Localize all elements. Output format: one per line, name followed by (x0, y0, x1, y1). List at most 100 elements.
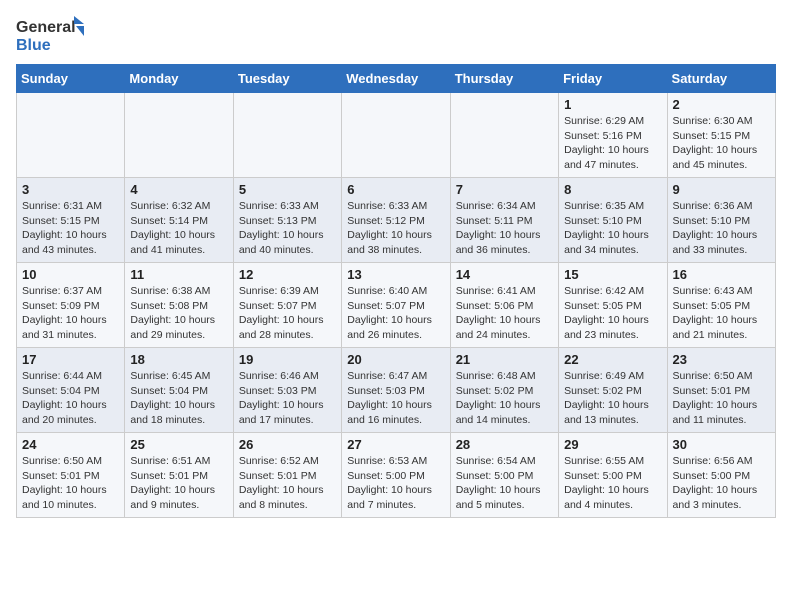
calendar-table: SundayMondayTuesdayWednesdayThursdayFrid… (16, 64, 776, 518)
header: GeneralBlue (16, 16, 776, 54)
calendar-cell: 8 Sunrise: 6:35 AM Sunset: 5:10 PM Daylig… (559, 178, 667, 263)
calendar-cell: 17 Sunrise: 6:44 AM Sunset: 5:04 PM Dayli… (17, 348, 125, 433)
day-number: 1 (564, 97, 661, 112)
day-number: 2 (673, 97, 770, 112)
calendar-cell: 30Sunrise: 6:56 AM Sunset: 5:00 PM Dayli… (667, 433, 775, 518)
day-number: 7 (456, 182, 553, 197)
day-number: 26 (239, 437, 336, 452)
calendar-cell (450, 93, 558, 178)
day-number: 12 (239, 267, 336, 282)
calendar-cell (125, 93, 233, 178)
calendar-week-row: 10 Sunrise: 6:37 AM Sunset: 5:09 PM Dayli… (17, 263, 776, 348)
calendar-cell: 14Sunrise: 6:41 AM Sunset: 5:06 PM Dayli… (450, 263, 558, 348)
day-info: Sunrise: 6:33 AM Sunset: 5:13 PM Dayligh… (239, 199, 336, 258)
day-info: Sunrise: 6:54 AM Sunset: 5:00 PM Dayligh… (456, 454, 553, 513)
calendar-cell: 13Sunrise: 6:40 AM Sunset: 5:07 PM Dayli… (342, 263, 450, 348)
calendar-cell: 19Sunrise: 6:46 AM Sunset: 5:03 PM Dayli… (233, 348, 341, 433)
calendar-cell: 7 Sunrise: 6:34 AM Sunset: 5:11 PM Daylig… (450, 178, 558, 263)
day-number: 8 (564, 182, 661, 197)
calendar-body: 1 Sunrise: 6:29 AM Sunset: 5:16 PM Daylig… (17, 93, 776, 518)
calendar-cell: 21 Sunrise: 6:48 AM Sunset: 5:02 PM Dayli… (450, 348, 558, 433)
calendar-cell (17, 93, 125, 178)
weekday-header: Saturday (667, 65, 775, 93)
day-number: 18 (130, 352, 227, 367)
day-number: 25 (130, 437, 227, 452)
svg-text:Blue: Blue (16, 37, 51, 54)
calendar-header: SundayMondayTuesdayWednesdayThursdayFrid… (17, 65, 776, 93)
calendar-cell (342, 93, 450, 178)
day-number: 27 (347, 437, 444, 452)
day-info: Sunrise: 6:49 AM Sunset: 5:02 PM Dayligh… (564, 369, 661, 428)
calendar-cell: 3 Sunrise: 6:31 AM Sunset: 5:15 PM Daylig… (17, 178, 125, 263)
day-number: 9 (673, 182, 770, 197)
calendar-cell: 12 Sunrise: 6:39 AM Sunset: 5:07 PM Dayli… (233, 263, 341, 348)
day-number: 5 (239, 182, 336, 197)
day-number: 14 (456, 267, 553, 282)
day-info: Sunrise: 6:56 AM Sunset: 5:00 PM Dayligh… (673, 454, 770, 513)
logo: GeneralBlue (16, 16, 91, 54)
calendar-cell: 4Sunrise: 6:32 AM Sunset: 5:14 PM Daylig… (125, 178, 233, 263)
calendar-cell: 6Sunrise: 6:33 AM Sunset: 5:12 PM Daylig… (342, 178, 450, 263)
day-info: Sunrise: 6:36 AM Sunset: 5:10 PM Dayligh… (673, 199, 770, 258)
calendar-cell: 20 Sunrise: 6:47 AM Sunset: 5:03 PM Dayli… (342, 348, 450, 433)
day-info: Sunrise: 6:29 AM Sunset: 5:16 PM Dayligh… (564, 114, 661, 173)
day-number: 20 (347, 352, 444, 367)
calendar-cell (233, 93, 341, 178)
calendar-week-row: 1 Sunrise: 6:29 AM Sunset: 5:16 PM Daylig… (17, 93, 776, 178)
weekday-header: Wednesday (342, 65, 450, 93)
calendar-cell: 5 Sunrise: 6:33 AM Sunset: 5:13 PM Daylig… (233, 178, 341, 263)
day-number: 15 (564, 267, 661, 282)
day-info: Sunrise: 6:47 AM Sunset: 5:03 PM Dayligh… (347, 369, 444, 428)
day-info: Sunrise: 6:48 AM Sunset: 5:02 PM Dayligh… (456, 369, 553, 428)
weekday-header: Tuesday (233, 65, 341, 93)
day-number: 23 (673, 352, 770, 367)
day-info: Sunrise: 6:50 AM Sunset: 5:01 PM Dayligh… (673, 369, 770, 428)
day-info: Sunrise: 6:39 AM Sunset: 5:07 PM Dayligh… (239, 284, 336, 343)
calendar-cell: 11Sunrise: 6:38 AM Sunset: 5:08 PM Dayli… (125, 263, 233, 348)
day-info: Sunrise: 6:55 AM Sunset: 5:00 PM Dayligh… (564, 454, 661, 513)
calendar-week-row: 17 Sunrise: 6:44 AM Sunset: 5:04 PM Dayli… (17, 348, 776, 433)
calendar-cell: 9 Sunrise: 6:36 AM Sunset: 5:10 PM Daylig… (667, 178, 775, 263)
day-info: Sunrise: 6:45 AM Sunset: 5:04 PM Dayligh… (130, 369, 227, 428)
logo-svg: GeneralBlue (16, 16, 91, 54)
calendar-cell: 23 Sunrise: 6:50 AM Sunset: 5:01 PM Dayli… (667, 348, 775, 433)
weekday-header: Friday (559, 65, 667, 93)
day-number: 17 (22, 352, 119, 367)
day-info: Sunrise: 6:44 AM Sunset: 5:04 PM Dayligh… (22, 369, 119, 428)
day-info: Sunrise: 6:43 AM Sunset: 5:05 PM Dayligh… (673, 284, 770, 343)
day-number: 29 (564, 437, 661, 452)
day-info: Sunrise: 6:37 AM Sunset: 5:09 PM Dayligh… (22, 284, 119, 343)
weekday-header: Monday (125, 65, 233, 93)
calendar-cell: 26 Sunrise: 6:52 AM Sunset: 5:01 PM Dayli… (233, 433, 341, 518)
calendar-week-row: 3 Sunrise: 6:31 AM Sunset: 5:15 PM Daylig… (17, 178, 776, 263)
day-info: Sunrise: 6:46 AM Sunset: 5:03 PM Dayligh… (239, 369, 336, 428)
calendar-cell: 10 Sunrise: 6:37 AM Sunset: 5:09 PM Dayli… (17, 263, 125, 348)
day-info: Sunrise: 6:31 AM Sunset: 5:15 PM Dayligh… (22, 199, 119, 258)
calendar-cell: 25 Sunrise: 6:51 AM Sunset: 5:01 PM Dayli… (125, 433, 233, 518)
weekday-header: Sunday (17, 65, 125, 93)
day-number: 28 (456, 437, 553, 452)
calendar-cell: 1 Sunrise: 6:29 AM Sunset: 5:16 PM Daylig… (559, 93, 667, 178)
day-info: Sunrise: 6:42 AM Sunset: 5:05 PM Dayligh… (564, 284, 661, 343)
day-info: Sunrise: 6:50 AM Sunset: 5:01 PM Dayligh… (22, 454, 119, 513)
day-number: 21 (456, 352, 553, 367)
calendar-cell: 22Sunrise: 6:49 AM Sunset: 5:02 PM Dayli… (559, 348, 667, 433)
day-info: Sunrise: 6:33 AM Sunset: 5:12 PM Dayligh… (347, 199, 444, 258)
day-info: Sunrise: 6:34 AM Sunset: 5:11 PM Dayligh… (456, 199, 553, 258)
calendar-cell: 18 Sunrise: 6:45 AM Sunset: 5:04 PM Dayli… (125, 348, 233, 433)
calendar-cell: 28 Sunrise: 6:54 AM Sunset: 5:00 PM Dayli… (450, 433, 558, 518)
calendar-cell: 16Sunrise: 6:43 AM Sunset: 5:05 PM Dayli… (667, 263, 775, 348)
day-number: 3 (22, 182, 119, 197)
day-info: Sunrise: 6:30 AM Sunset: 5:15 PM Dayligh… (673, 114, 770, 173)
calendar-week-row: 24 Sunrise: 6:50 AM Sunset: 5:01 PM Dayli… (17, 433, 776, 518)
calendar-cell: 24 Sunrise: 6:50 AM Sunset: 5:01 PM Dayli… (17, 433, 125, 518)
day-number: 24 (22, 437, 119, 452)
day-info: Sunrise: 6:53 AM Sunset: 5:00 PM Dayligh… (347, 454, 444, 513)
weekday-header: Thursday (450, 65, 558, 93)
calendar-cell: 27 Sunrise: 6:53 AM Sunset: 5:00 PM Dayli… (342, 433, 450, 518)
day-info: Sunrise: 6:52 AM Sunset: 5:01 PM Dayligh… (239, 454, 336, 513)
day-number: 11 (130, 267, 227, 282)
day-info: Sunrise: 6:35 AM Sunset: 5:10 PM Dayligh… (564, 199, 661, 258)
day-number: 10 (22, 267, 119, 282)
day-info: Sunrise: 6:51 AM Sunset: 5:01 PM Dayligh… (130, 454, 227, 513)
